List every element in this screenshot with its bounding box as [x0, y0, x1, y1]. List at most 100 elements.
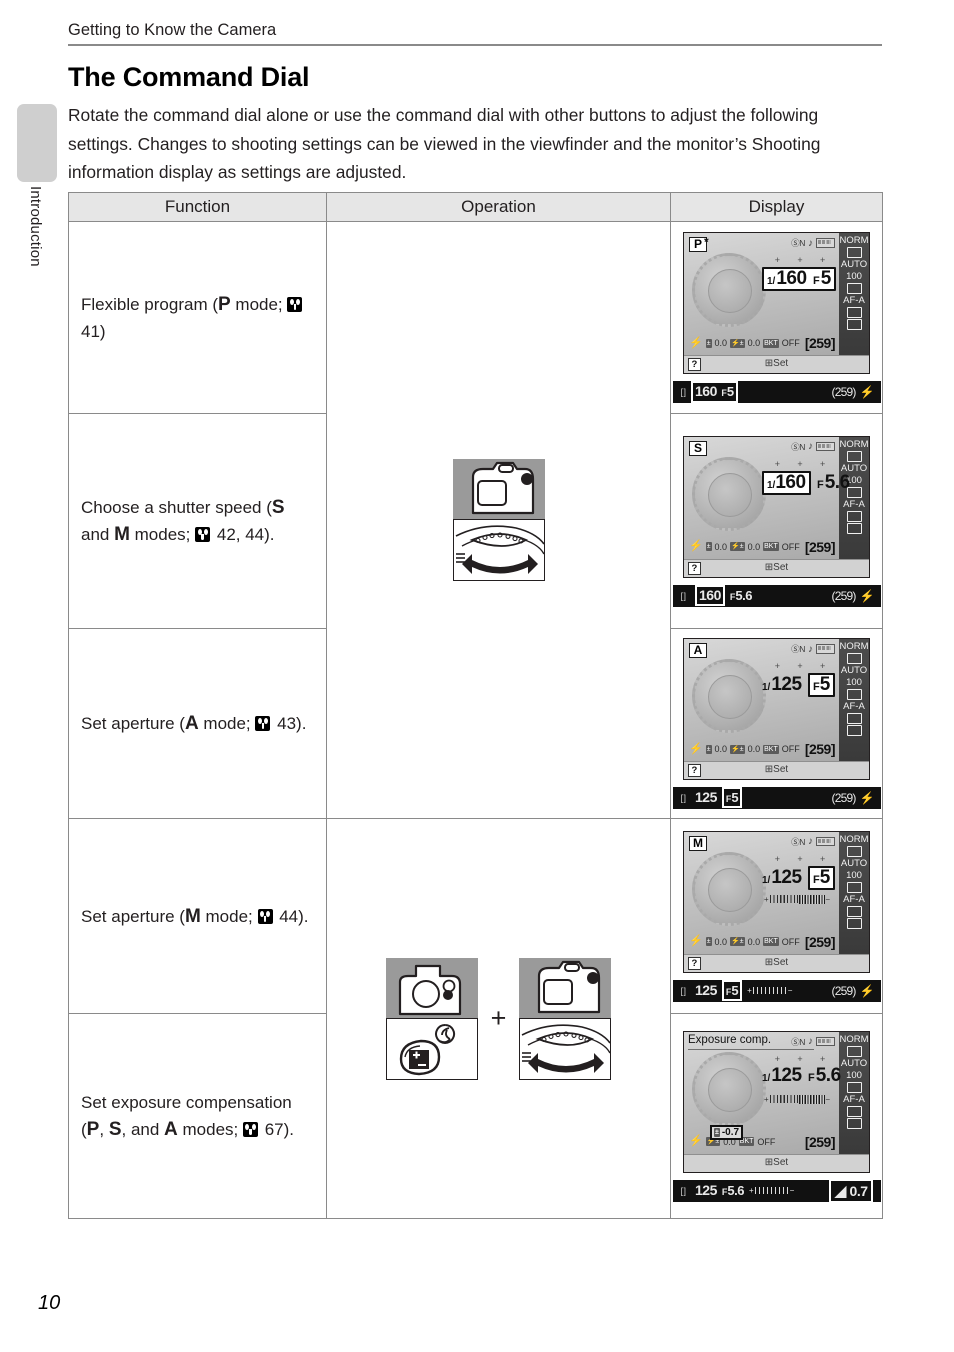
shooting-information-display: NORM AUTO 100 AF-A A ⓈN ♪ + + +1/125 F5 ⚡ ±0.0 ⚡± 0.0…	[683, 638, 870, 780]
display-side-indicators: NORM AUTO 100 AF-A	[839, 233, 869, 355]
focus-brackets-icon: [ ]	[680, 793, 686, 803]
viewfinder-exposure-comp-highlight: ◢ 0.7	[829, 1178, 873, 1203]
aperture-graphic	[692, 659, 766, 733]
shutter-speed-prefix: 1/	[762, 874, 771, 886]
set-label: ⊞Set	[764, 764, 789, 775]
battery-icon	[816, 644, 835, 654]
page-number: 10	[38, 1292, 61, 1314]
viewfinder-exposure-highlight: 160 F5	[691, 381, 738, 403]
function-text-mid: ,	[99, 1120, 109, 1139]
viewfinder-shots-remaining: (259)	[831, 588, 857, 603]
meter-scale	[769, 895, 799, 903]
viewfinder-aperture-highlight: F5	[721, 979, 743, 1001]
aperture-highlight: F5	[808, 673, 835, 697]
aperture-prefix: F	[808, 1071, 815, 1084]
af-area-mode-icon	[846, 905, 862, 917]
shutter-speed-prefix: 1/	[767, 276, 776, 287]
mode-letter: M	[184, 905, 201, 927]
flash-mode-icon: ⚡	[689, 742, 703, 755]
image-quality-value: NORM	[839, 235, 869, 246]
exposure-readout: 1/125 F5	[762, 673, 835, 697]
mode-letter: P	[218, 293, 231, 315]
display-top-icons: ⓈN ♪	[791, 237, 835, 249]
viewfinder-aperture: 5.6	[735, 587, 752, 603]
display-side-indicators: NORM AUTO 100 AF-A	[839, 1031, 869, 1154]
viewfinder-shutter-speed: 160	[695, 383, 717, 399]
viewfinder-shutter-highlight: 160	[695, 584, 725, 606]
focus-brackets-icon: [ ]	[680, 387, 686, 397]
af-mode-value: AF-A	[843, 1093, 865, 1105]
exposure-indicator: + −	[764, 1094, 830, 1105]
display-title-rule	[688, 1048, 814, 1050]
display-help-bar: ? ⊞Set	[684, 558, 869, 577]
command-dial-table: Function Operation Display Flexible prog…	[68, 192, 883, 1219]
meter-bars	[799, 1094, 826, 1104]
display-cell: NORM AUTO 100 AF-A Exposure comp. ⓈN ♪ + + +1/125…	[670, 1013, 883, 1219]
bracketing-icon: BKT	[763, 338, 779, 348]
viewfinder-flash-icon: ⚡	[859, 588, 875, 603]
command-dial-illustration	[519, 957, 612, 1080]
aperture-value: 5	[819, 674, 831, 695]
aperture-prefix: F	[813, 275, 820, 287]
metering-mode-icon	[846, 522, 862, 534]
page-reference: 42, 44).	[212, 525, 275, 544]
aperture-value: 5	[819, 866, 831, 888]
column-header-display: Display	[670, 192, 883, 222]
white-balance-icon: ⓈN	[791, 1036, 805, 1047]
flash-mode-icon: ⚡	[689, 935, 703, 947]
column-header-function: Function	[68, 192, 327, 222]
flash-comp-icon: ⚡±	[730, 542, 745, 551]
exposure-comp-value: 0.0	[714, 744, 728, 754]
viewfinder-exposure-indicator: + −	[747, 986, 793, 995]
viewfinder-exposure-indicator: + −	[748, 1186, 795, 1195]
metering-mode-icon	[846, 917, 862, 929]
beep-icon: ♪	[808, 836, 813, 847]
camera-top-illustration	[452, 459, 545, 519]
viewfinder-flash-icon: ⚡	[859, 791, 875, 805]
display-top-icons: ⓈN ♪	[791, 643, 835, 655]
aperture-prefix: F	[813, 681, 820, 693]
viewfinder-meter-scale	[752, 987, 787, 994]
shooting-information-display: NORM AUTO 100 AF-A M ⓈN ♪ + + +1/125 F5 + − ⚡ ±0.0 ⚡± 0…	[683, 830, 870, 973]
viewfinder-display: [ ] 125 F5.6 + − ◢ 0.7	[672, 1178, 881, 1203]
shutter-speed-value: 160	[776, 268, 807, 289]
exposure-tick-marks: + + +	[774, 661, 826, 671]
iso-value: 100	[846, 677, 862, 688]
flash-comp-value: 0.0	[747, 744, 761, 754]
flash-mode-icon: ⚡	[689, 540, 703, 552]
image-size-icon	[846, 1045, 862, 1057]
release-mode-icon	[846, 881, 862, 893]
viewfinder-aperture: 5.6	[727, 1182, 744, 1198]
exposure-comp-icon: ±	[714, 1127, 720, 1137]
mode-letter: A	[164, 1119, 178, 1140]
operation-cell-button-plus-dial: +	[326, 818, 671, 1219]
command-dial-illustration	[452, 459, 545, 581]
aperture-graphic	[692, 1051, 766, 1126]
display-title: Exposure comp.	[688, 1033, 772, 1046]
shooting-information-display: NORM AUTO 100 AF-A P * ⓈN ♪ + + +1/160 F 5 ⚡ ±0.0 ⚡± 0.…	[683, 232, 870, 374]
release-mode-icon	[846, 283, 862, 294]
exposure-readout-highlighted: 1/160 F5	[762, 267, 836, 291]
white-balance-value: AUTO	[840, 665, 868, 676]
display-side-indicators: NORM AUTO 100 AF-A	[839, 831, 869, 954]
exposure-tick-marks: + + +	[774, 458, 826, 469]
viewfinder-shutter-speed: 125	[695, 789, 717, 805]
af-mode-value: AF-A	[843, 701, 865, 712]
af-area-mode-icon	[846, 510, 862, 522]
shutter-speed-value: 125	[771, 866, 802, 888]
function-text-mid: mode;	[230, 294, 283, 314]
function-text-lead: Set aperture (	[81, 714, 185, 733]
display-side-indicators: NORM AUTO 100 AF-A	[839, 436, 869, 559]
page-reference: 43).	[272, 714, 307, 733]
table-row: Set aperture (M mode; 44). + NORM AUTO 100 AF…	[68, 818, 883, 1219]
white-balance-value: AUTO	[840, 259, 868, 270]
shots-remaining-value: [259]	[804, 741, 836, 757]
set-label: ⊞Set	[764, 358, 789, 369]
viewfinder-shots-remaining: (259)	[831, 983, 857, 998]
column-header-operation: Operation	[326, 192, 671, 222]
exposure-comp-icon: ±	[705, 338, 712, 348]
image-quality-value: NORM	[839, 833, 869, 845]
meter-bars	[799, 894, 826, 904]
exposure-comp-value: 0.0	[714, 936, 728, 947]
bracketing-value: OFF	[757, 1136, 776, 1147]
